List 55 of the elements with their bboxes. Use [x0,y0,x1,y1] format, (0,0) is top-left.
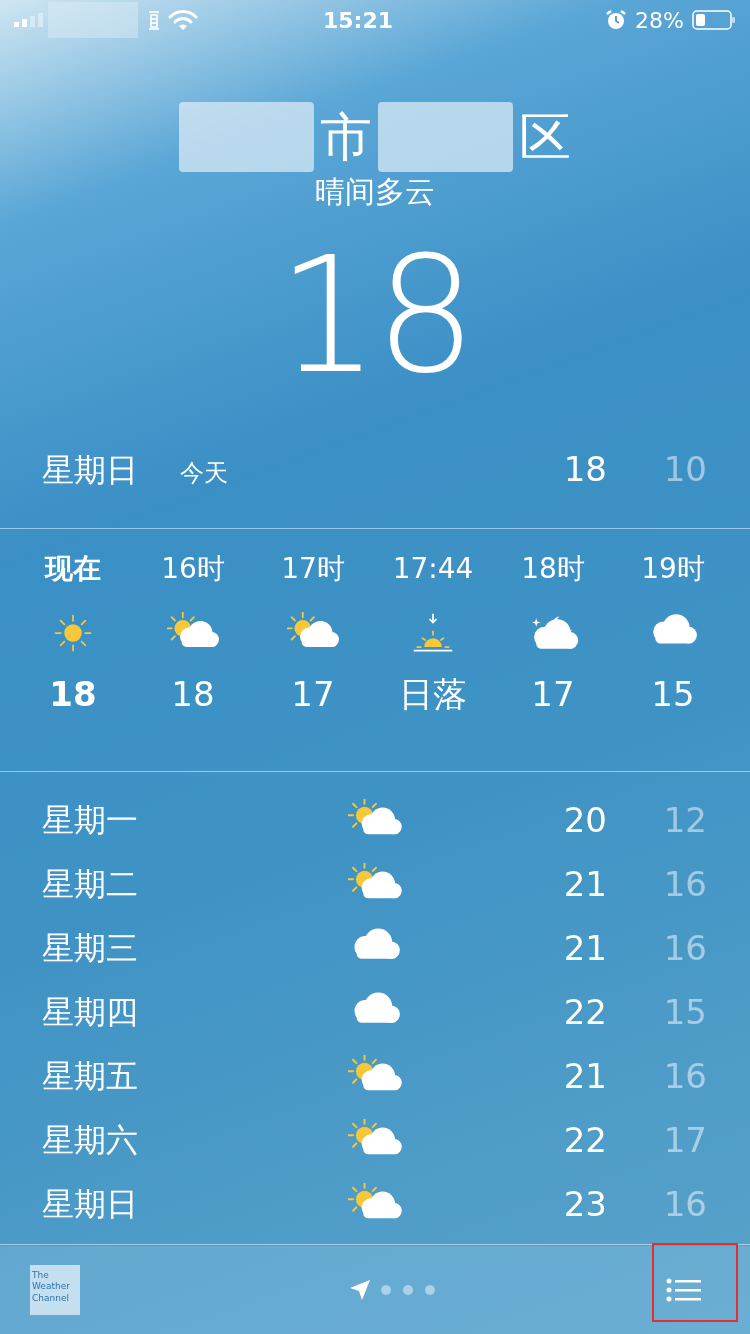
carrier-icon [148,10,160,30]
today-label: 今天 [180,458,229,489]
high-temperature: 20 [562,798,607,842]
hour-temperature: 17 [291,673,335,716]
hour-temperature: 18 [49,673,97,716]
battery-percent: 28% [635,6,684,35]
hour-label: 19时 [641,551,705,587]
battery-icon [692,10,736,30]
day-name: 星期日 [42,1184,139,1225]
high-temperature: 22 [562,1118,607,1162]
hour-label: 现在 [45,551,101,587]
page-dot-icon[interactable] [423,1283,437,1297]
hour-temperature: 18 [171,673,215,716]
day-name: 星期五 [42,1056,139,1097]
high-temperature: 21 [562,862,607,906]
location-arrow-icon[interactable] [349,1279,371,1301]
hour-label: 17时 [281,551,345,587]
low-temperature: 10 [662,448,707,491]
day-name: 星期日 [42,450,139,491]
high-temperature: 22 [562,990,607,1034]
low-temperature: 17 [662,1118,707,1162]
day-name: 星期三 [42,928,139,969]
day-name: 星期六 [42,1120,139,1161]
hour-temperature: 日落 [399,673,467,716]
day-name: 星期二 [42,864,139,905]
status-time: 15:21 [322,6,394,35]
logo-text: Weather [32,1281,71,1293]
alarm-icon [605,9,628,31]
hour-label: 16时 [161,551,225,587]
low-temperature: 16 [662,1054,707,1098]
day-name: 星期四 [42,992,139,1033]
high-temperature: 23 [562,1182,607,1226]
city-list-icon[interactable] [666,1277,702,1303]
logo-text: The [32,1270,50,1282]
high-temperature: 21 [562,1054,607,1098]
low-temperature: 16 [662,926,707,970]
page-dot-icon[interactable] [401,1283,415,1297]
low-temperature: 15 [662,990,707,1034]
hour-temperature: 17 [531,673,575,716]
page-dot-icon[interactable] [379,1283,393,1297]
low-temperature: 16 [662,1182,707,1226]
low-temperature: 12 [662,798,707,842]
city-name: 区 [519,111,571,163]
low-temperature: 16 [662,862,707,906]
hour-label: 17:44 [392,551,474,587]
high-temperature: 18 [562,448,607,491]
hour-temperature: 15 [651,673,695,716]
weather-condition: 晴间多云 [314,174,436,210]
logo-text: Channel [32,1292,70,1304]
high-temperature: 21 [562,926,607,970]
hour-label: 18时 [521,551,585,587]
wifi-icon [168,9,198,31]
city-name: 市 [320,111,372,163]
day-name: 星期一 [42,800,139,841]
current-temperature: 18 [276,228,474,404]
